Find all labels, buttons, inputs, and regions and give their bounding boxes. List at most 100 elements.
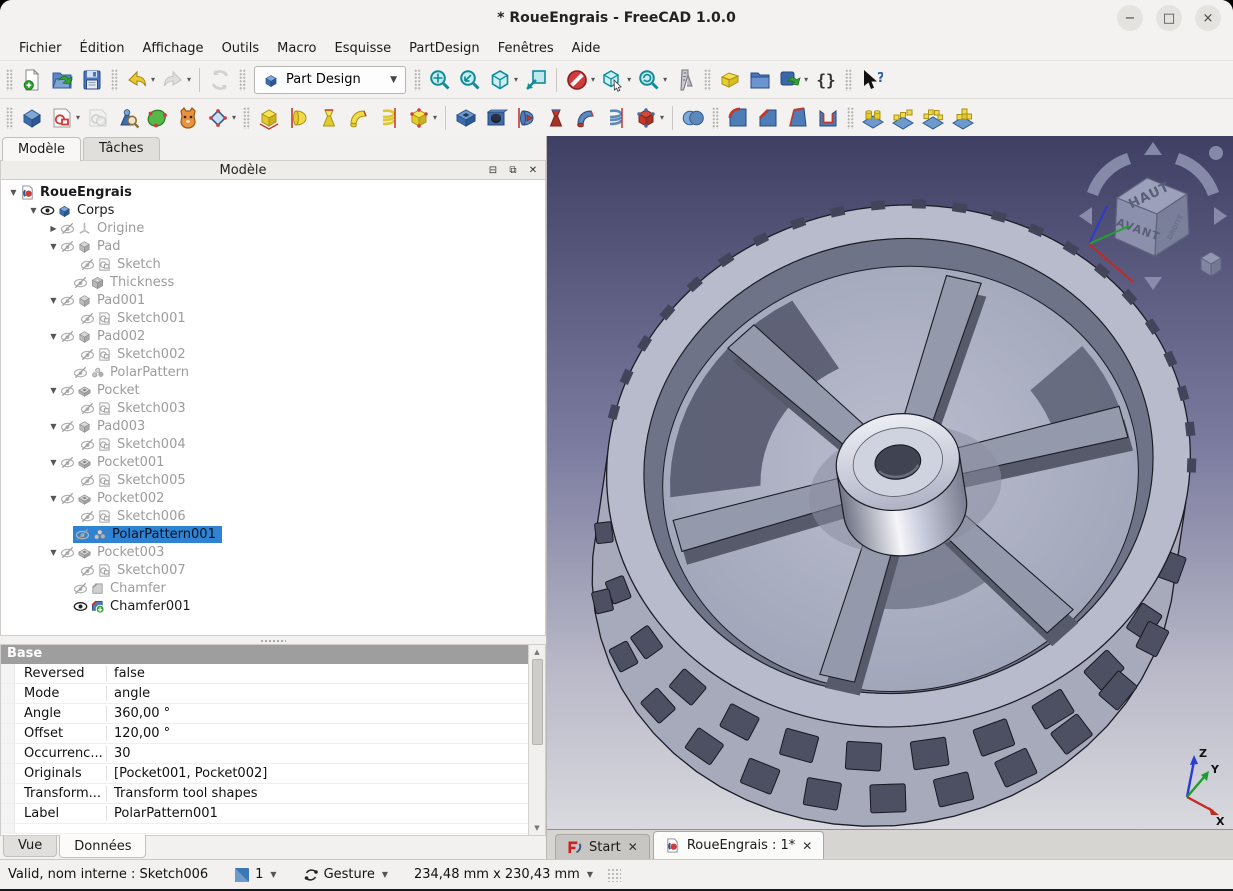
property-value[interactable]: Transform tool shapes <box>107 786 528 801</box>
toolbar-grip[interactable] <box>6 107 13 129</box>
toolbar-grip[interactable] <box>239 69 246 91</box>
tree-item-polarpattern[interactable]: PolarPattern <box>1 363 545 381</box>
property-scrollbar[interactable]: ▲ ▼ <box>528 645 545 835</box>
whats-this-button[interactable]: ? <box>856 65 886 95</box>
expander-icon[interactable]: ▼ <box>47 458 60 467</box>
tab-roueengrais[interactable]: RoueEngrais : 1* ✕ <box>653 831 825 859</box>
tab-start[interactable]: Start ✕ <box>555 834 650 859</box>
draft-button[interactable] <box>783 103 813 133</box>
menu-outils[interactable]: Outils <box>213 38 269 59</box>
property-value[interactable]: [Pocket001, Pocket002] <box>107 766 528 781</box>
expander-icon[interactable]: ▼ <box>27 206 40 215</box>
additive-helix-button[interactable] <box>374 103 404 133</box>
tree-item-pocket002[interactable]: ▼Pocket002 <box>1 489 545 507</box>
toggle-clipping-button[interactable] <box>562 65 592 95</box>
tab-close-icon[interactable]: ✕ <box>802 839 812 853</box>
tree-item-pad003[interactable]: ▼Pad003 <box>1 417 545 435</box>
create-body-button[interactable] <box>17 103 47 133</box>
tree-item-pocket003[interactable]: ▼Pocket003 <box>1 543 545 561</box>
scrollbar-thumb[interactable] <box>532 659 543 745</box>
dock-float-button[interactable]: ⧉ <box>505 163 521 177</box>
draw-style-dropdown[interactable]: ▾ <box>627 75 631 84</box>
window-resize-grip[interactable] <box>607 868 621 882</box>
tree-item-sketch007[interactable]: Sketch007 <box>1 561 545 579</box>
menu-macro[interactable]: Macro <box>268 38 325 59</box>
unproportional-cube-icon[interactable] <box>1201 252 1221 276</box>
freecad-nav-dot[interactable] <box>1209 146 1223 160</box>
undo-button[interactable] <box>122 65 152 95</box>
property-value[interactable]: 360,00 ° <box>107 706 528 721</box>
tree-item-sketch001[interactable]: Sketch001 <box>1 309 545 327</box>
rotate-view-dropdown[interactable]: ▾ <box>663 75 667 84</box>
create-shapebinder-button[interactable] <box>173 103 203 133</box>
pad-button[interactable] <box>254 103 284 133</box>
tab-close-icon[interactable]: ✕ <box>628 840 638 854</box>
subtractive-primitive-button[interactable] <box>631 103 661 133</box>
minimize-button[interactable]: − <box>1117 5 1143 31</box>
tree-item-sketch003[interactable]: Sketch003 <box>1 399 545 417</box>
go-to-linked-object-button[interactable] <box>521 65 551 95</box>
expression-editor-button[interactable]: {} <box>811 65 841 95</box>
thickness-button[interactable] <box>813 103 843 133</box>
tilt-up-arrow[interactable] <box>1144 142 1162 155</box>
window-titlebar[interactable]: * RoueEngrais - FreeCAD 1.0.0 − □ × <box>0 0 1233 36</box>
link-dropdown[interactable]: ▾ <box>804 75 808 84</box>
tree-item-document[interactable]: ▼RoueEngrais <box>1 183 545 201</box>
menu-affichage[interactable]: Affichage <box>133 38 212 59</box>
additive-loft-button[interactable] <box>314 103 344 133</box>
subtractive-loft-button[interactable] <box>541 103 571 133</box>
scroll-up-icon[interactable]: ▲ <box>534 645 539 659</box>
close-button[interactable]: × <box>1195 5 1221 31</box>
expander-icon[interactable]: ▼ <box>47 296 60 305</box>
navigation-style-selector[interactable]: Gesture ▼ <box>303 867 388 883</box>
toolbar-grip[interactable] <box>243 107 250 129</box>
tilt-down-arrow[interactable] <box>1144 277 1162 290</box>
tree-item-chamfer001[interactable]: Chamfer001 <box>1 597 545 615</box>
groove-button[interactable] <box>511 103 541 133</box>
tab-taches[interactable]: Tâches <box>83 137 160 160</box>
toolbar-grip[interactable] <box>414 69 421 91</box>
property-value[interactable]: 30 <box>107 746 528 761</box>
save-document-button[interactable] <box>77 65 107 95</box>
expander-icon[interactable]: ▼ <box>47 494 60 503</box>
create-group-button[interactable] <box>745 65 775 95</box>
refresh-button[interactable] <box>205 65 235 95</box>
create-datum-button[interactable] <box>203 103 233 133</box>
expander-icon[interactable]: ▶ <box>47 224 60 233</box>
tree-item-chamfer[interactable]: Chamfer <box>1 579 545 597</box>
undo-dropdown[interactable]: ▾ <box>151 75 155 84</box>
expander-icon[interactable]: ▼ <box>47 242 60 251</box>
property-group-header[interactable]: Base <box>1 645 528 664</box>
isometric-view-button[interactable] <box>485 65 515 95</box>
menu-fenetres[interactable]: Fenêtres <box>489 38 563 59</box>
menu-partdesign[interactable]: PartDesign <box>400 38 489 59</box>
additive-primitive-button[interactable] <box>404 103 434 133</box>
property-value[interactable]: 120,00 ° <box>107 726 528 741</box>
mirrored-button[interactable] <box>858 103 888 133</box>
dock-shade-button[interactable]: ⊟ <box>485 163 501 177</box>
create-sketch-button[interactable] <box>47 103 77 133</box>
subtractive-pipe-button[interactable] <box>571 103 601 133</box>
dock-splitter[interactable] <box>0 636 546 644</box>
tree-item-pocket[interactable]: ▼Pocket <box>1 381 545 399</box>
3d-view-container[interactable]: HAUT AVANT DROITE <box>547 136 1233 829</box>
additive-pipe-button[interactable] <box>344 103 374 133</box>
toolbar-grip[interactable] <box>847 107 854 129</box>
linear-pattern-button[interactable] <box>888 103 918 133</box>
boolean-operation-button[interactable] <box>678 103 708 133</box>
fit-all-button[interactable] <box>425 65 455 95</box>
make-link-button[interactable] <box>775 65 805 95</box>
fillet-button[interactable] <box>723 103 753 133</box>
chamfer-button[interactable] <box>753 103 783 133</box>
tree-item-sketch004[interactable]: Sketch004 <box>1 435 545 453</box>
sketch-dropdown[interactable]: ▾ <box>76 113 80 122</box>
hole-button[interactable] <box>481 103 511 133</box>
property-value[interactable]: PolarPattern001 <box>107 806 528 821</box>
toolbar-grip[interactable] <box>6 69 13 91</box>
clipping-dropdown[interactable]: ▾ <box>591 75 595 84</box>
revolution-button[interactable] <box>284 103 314 133</box>
fit-selection-button[interactable] <box>455 65 485 95</box>
tree-item-polarpattern001-selected[interactable]: PolarPattern001 <box>1 525 545 543</box>
expander-icon[interactable]: ▼ <box>47 386 60 395</box>
navigation-cube[interactable]: HAUT AVANT DROITE <box>1077 140 1229 292</box>
